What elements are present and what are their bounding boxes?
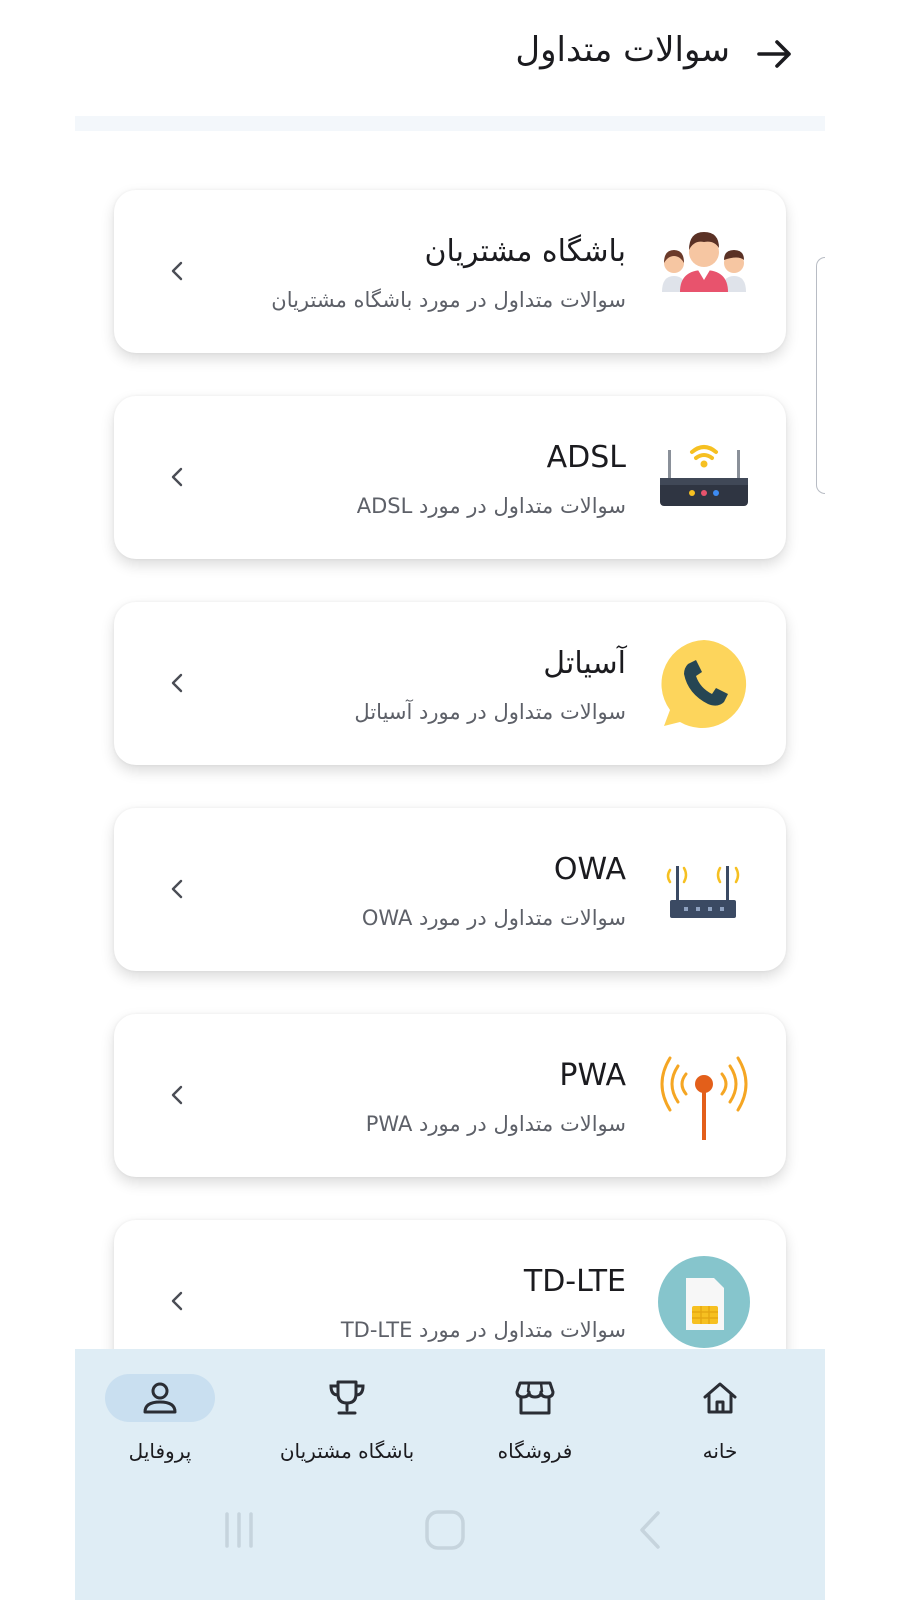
recent-apps-icon [225,1512,253,1548]
faq-card-subtitle: سوالات متداول در مورد PWA [365,1112,626,1136]
arrow-right-icon [757,40,791,68]
page-title: سوالات متداول [515,30,730,70]
faq-card-pwa[interactable]: PWA سوالات متداول در مورد PWA [114,1014,786,1177]
back-chevron-icon [640,1511,660,1549]
faq-card-title: TD-LTE [523,1264,626,1299]
faq-list[interactable]: باشگاه مشتریان سوالات متداول در مورد باش… [75,131,825,1349]
faq-card-title: آسیاتل [543,646,626,681]
faq-card-subtitle: سوالات متداول در مورد ADSL [356,494,626,518]
nav-item-home[interactable]: خانه [635,1371,805,1471]
nav-pill [480,1374,590,1422]
trophy-icon [329,1380,365,1415]
sim-card-icon [658,1256,750,1348]
faq-card-title: OWA [553,852,626,887]
user-icon [143,1382,177,1414]
chevron-left-icon [164,875,192,903]
home-icon [703,1382,737,1414]
home-system-button[interactable] [415,1500,475,1560]
nav-label: باشگاه مشتریان [279,1439,415,1463]
nav-label: پروفایل [128,1439,192,1463]
phone-chat-icon [658,638,750,730]
faq-card-adsl[interactable]: ADSL سوالات متداول در مورد ADSL [114,396,786,559]
faq-screen: سوالات متداول باشگاه مشتریان سوالات متدا… [75,0,825,1600]
header-divider [75,116,825,131]
chevron-left-icon [164,669,192,697]
nav-label: فروشگاه [497,1439,573,1463]
nav-item-profile[interactable]: پروفایل [75,1371,245,1471]
faq-card-subtitle: سوالات متداول در مورد TD-LTE [340,1318,626,1342]
system-navigation-bar [75,1490,825,1570]
nav-pill [665,1374,775,1422]
faq-card-subtitle: سوالات متداول در مورد آسیاتل [354,700,626,724]
nav-label: خانه [702,1439,738,1463]
chevron-left-icon [164,257,192,285]
back-system-button[interactable] [621,1500,681,1560]
bottom-navigation: خانه فروشگاه باشگاه مشتریان پروفایل [75,1349,825,1600]
nav-item-store[interactable]: فروشگاه [450,1371,620,1471]
scrollbar[interactable] [816,257,825,494]
faq-card-subtitle: سوالات متداول در مورد باشگاه مشتریان [271,288,626,312]
chevron-left-icon [164,463,192,491]
nav-pill [105,1374,215,1422]
signal-tower-icon [658,1050,750,1142]
app-header: سوالات متداول [75,0,825,116]
chevron-left-icon [164,1287,192,1315]
faq-card-asiatel[interactable]: آسیاتل سوالات متداول در مورد آسیاتل [114,602,786,765]
faq-card-customer-club[interactable]: باشگاه مشتریان سوالات متداول در مورد باش… [114,190,786,353]
router-antenna-icon [658,844,750,936]
faq-card-td-lte[interactable]: TD-LTE سوالات متداول در مورد TD-LTE [114,1220,786,1349]
faq-card-subtitle: سوالات متداول در مورد OWA [361,906,626,930]
wifi-router-icon [658,432,750,524]
faq-card-owa[interactable]: OWA سوالات متداول در مورد OWA [114,808,786,971]
faq-card-title: ADSL [546,440,626,475]
nav-item-customer-club[interactable]: باشگاه مشتریان [262,1371,432,1471]
customers-group-icon [658,226,750,318]
home-square-icon [425,1510,465,1550]
store-icon [515,1381,555,1415]
recent-apps-button[interactable] [209,1500,269,1560]
faq-card-title: باشگاه مشتریان [424,234,626,269]
chevron-left-icon [164,1081,192,1109]
nav-pill [292,1374,402,1422]
back-button[interactable] [753,32,797,76]
faq-card-title: PWA [559,1058,626,1093]
